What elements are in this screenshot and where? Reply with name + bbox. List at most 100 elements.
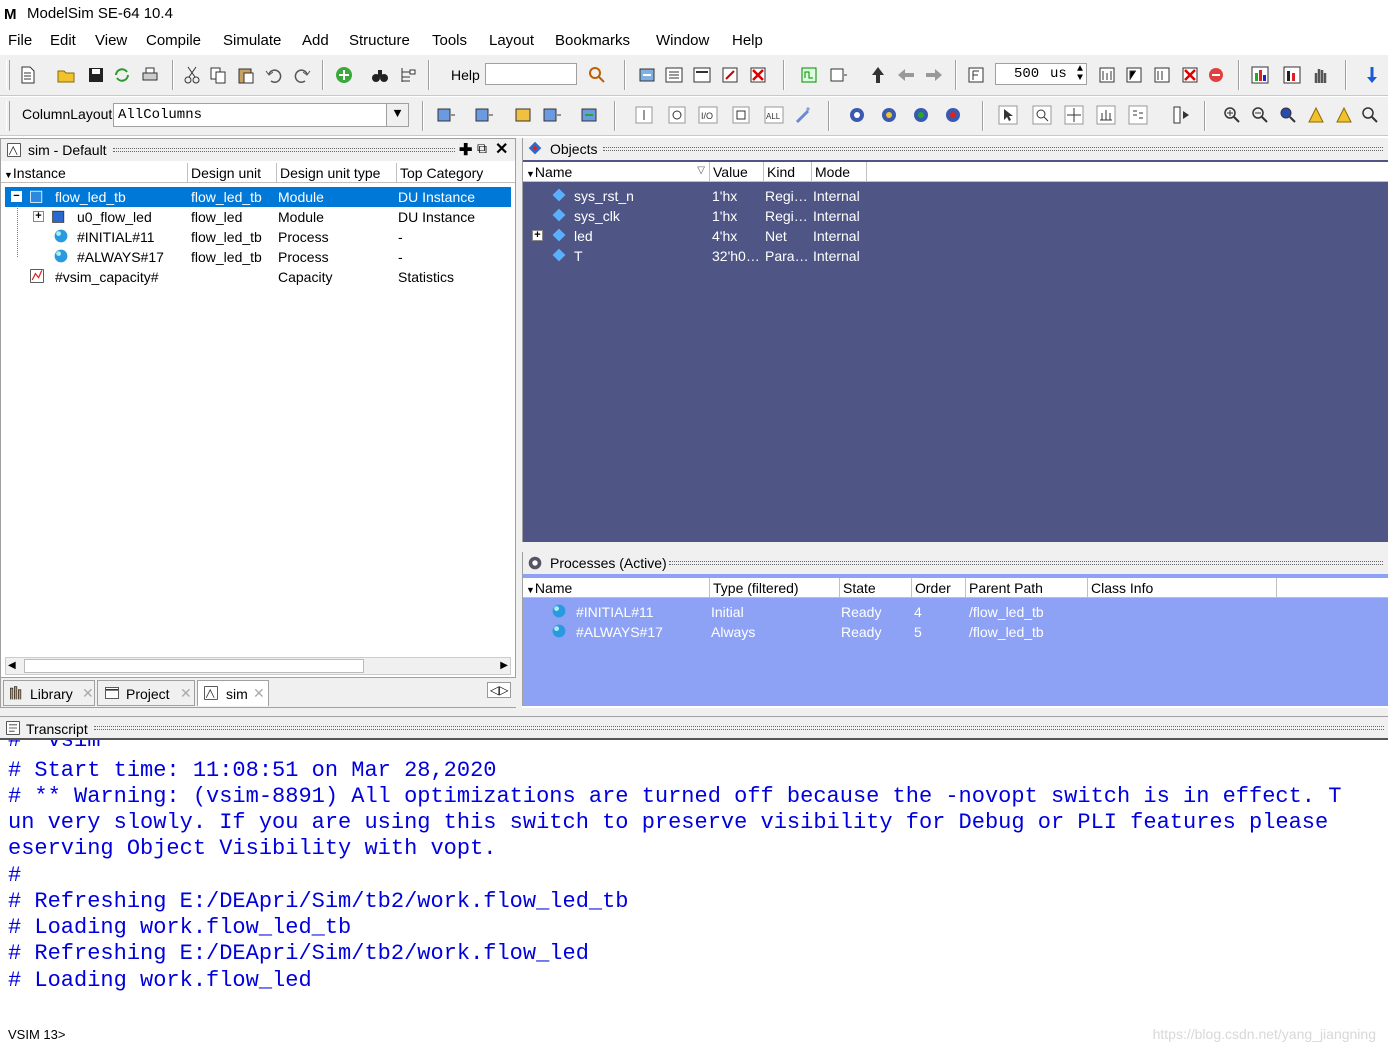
- column-layout-select[interactable]: AllColumns ▼: [113, 103, 409, 127]
- gear-icon[interactable]: [847, 105, 867, 125]
- help-search-input[interactable]: [485, 63, 577, 85]
- stop-icon[interactable]: [1180, 65, 1200, 85]
- reload-icon[interactable]: [112, 65, 132, 85]
- process-row[interactable]: #INITIAL#11 Initial Ready 4 /flow_led_tb: [523, 602, 1388, 622]
- pane-drag-handle[interactable]: [669, 561, 1383, 565]
- scroll-left-icon[interactable]: ◀: [8, 660, 16, 671]
- gear-over-icon[interactable]: [911, 105, 931, 125]
- menu-add[interactable]: Add: [302, 32, 329, 49]
- menu-help[interactable]: Help: [732, 32, 763, 49]
- dataflow-add-dropdown-icon[interactable]: [542, 105, 562, 125]
- all-tool-icon[interactable]: ALL: [764, 105, 784, 125]
- continue-run-icon[interactable]: [1124, 65, 1144, 85]
- menu-view[interactable]: View: [95, 32, 127, 49]
- collapse-icon[interactable]: −: [11, 191, 22, 202]
- bracket-tool-icon[interactable]: [731, 105, 751, 125]
- close-icon[interactable]: ✕: [495, 139, 508, 159]
- menu-tools[interactable]: Tools: [432, 32, 467, 49]
- edit-mode-icon[interactable]: [1128, 105, 1148, 125]
- wave-add-dropdown-icon[interactable]: [436, 105, 456, 125]
- column-parent-path[interactable]: Parent Path: [965, 578, 1087, 598]
- column-order[interactable]: Order: [911, 578, 965, 598]
- pane-drag-handle[interactable]: [603, 147, 1383, 151]
- column-instance[interactable]: ▼Instance: [1, 163, 187, 183]
- compile-icon[interactable]: [637, 65, 657, 85]
- column-type[interactable]: Type (filtered): [709, 578, 839, 598]
- object-row[interactable]: sys_rst_n 1'hx Regi… Internal: [523, 186, 1388, 206]
- gear-step-icon[interactable]: [879, 105, 899, 125]
- end-simulation-icon[interactable]: [748, 65, 768, 85]
- pane-drag-handle[interactable]: [94, 726, 1384, 730]
- tab-library[interactable]: Library ✕: [3, 680, 95, 706]
- scrollbar-thumb[interactable]: [24, 659, 364, 673]
- tab-close-icon[interactable]: ✕: [253, 685, 265, 702]
- menu-file[interactable]: File: [8, 32, 32, 49]
- break-red-icon[interactable]: [1206, 65, 1226, 85]
- help-search-icon[interactable]: [587, 65, 607, 85]
- column-name[interactable]: ▼Name: [523, 578, 709, 598]
- run-all-icon[interactable]: [1152, 65, 1172, 85]
- watch-add-icon[interactable]: [580, 105, 600, 125]
- back-arrow-icon[interactable]: [896, 65, 916, 85]
- zoom-out-icon[interactable]: [1250, 105, 1270, 125]
- menu-structure[interactable]: Structure: [349, 32, 410, 49]
- toolbar-grip[interactable]: [6, 101, 10, 131]
- tree-row[interactable]: #ALWAYS#17 flow_led_tb Process -: [5, 247, 511, 267]
- tree-row[interactable]: − flow_led_tb flow_led_tb Module DU Inst…: [5, 187, 511, 207]
- copy-icon[interactable]: [208, 65, 228, 85]
- zoom-full-icon[interactable]: [1278, 105, 1298, 125]
- column-name[interactable]: ▼Name ▽: [523, 162, 709, 182]
- run-icon[interactable]: [1097, 65, 1117, 85]
- run-length-spinner-icon[interactable]: ▲ ▼: [1077, 65, 1083, 84]
- save-icon[interactable]: [86, 65, 106, 85]
- scroll-right-icon[interactable]: ▶: [500, 660, 508, 671]
- insert-cursor-icon[interactable]: [1172, 105, 1192, 125]
- tab-project[interactable]: Project ✕: [97, 680, 195, 706]
- break-icon[interactable]: [720, 65, 740, 85]
- pane-undock-icon[interactable]: ⧉: [477, 140, 487, 157]
- object-row[interactable]: sys_clk 1'hx Regi… Internal: [523, 206, 1388, 226]
- cut-icon[interactable]: [182, 65, 202, 85]
- compile-all-icon[interactable]: [664, 65, 684, 85]
- step-into-icon[interactable]: [1362, 65, 1382, 85]
- column-design-unit[interactable]: Design unit: [187, 163, 276, 183]
- object-row[interactable]: + led 4'hx Net Internal: [523, 226, 1388, 246]
- transcript-console[interactable]: # vsim # Start time: 11:08:51 on Mar 28,…: [0, 738, 1388, 1050]
- wave-dropdown-icon[interactable]: [829, 65, 849, 85]
- select-pointer-icon[interactable]: [998, 105, 1018, 125]
- run-length-field[interactable]: 500 us ▲ ▼: [995, 63, 1087, 85]
- list-add-dropdown-icon[interactable]: [474, 105, 494, 125]
- tab-close-icon[interactable]: ✕: [180, 685, 192, 702]
- object-row[interactable]: T 32'h0… Para… Internal: [523, 246, 1388, 266]
- structure-tree-icon[interactable]: [398, 65, 418, 85]
- column-design-unit-type[interactable]: Design unit type: [276, 163, 396, 183]
- column-class-info[interactable]: Class Info: [1087, 578, 1277, 598]
- menu-bookmarks[interactable]: Bookmarks: [555, 32, 630, 49]
- process-row[interactable]: #ALWAYS#17 Always Ready 5 /flow_led_tb: [523, 622, 1388, 642]
- tree-row[interactable]: #vsim_capacity# Capacity Statistics: [5, 267, 511, 287]
- tab-scroll-arrows-icon[interactable]: ◁▷: [487, 682, 512, 698]
- expand-icon[interactable]: +: [33, 211, 44, 222]
- menu-edit[interactable]: Edit: [50, 32, 76, 49]
- add-circle-icon[interactable]: [334, 65, 354, 85]
- menu-compile[interactable]: Compile: [146, 32, 201, 49]
- new-file-icon[interactable]: [18, 65, 38, 85]
- gear-out-icon[interactable]: [943, 105, 963, 125]
- horizontal-splitter[interactable]: [0, 708, 1388, 716]
- column-value[interactable]: Value: [709, 162, 763, 182]
- vertical-splitter[interactable]: [516, 138, 522, 708]
- cursor-line-icon[interactable]: [634, 105, 654, 125]
- zoom-cursor-left-icon[interactable]: [1306, 105, 1326, 125]
- horizontal-splitter[interactable]: [522, 542, 1388, 552]
- redo-icon[interactable]: [292, 65, 312, 85]
- tab-sim[interactable]: sim ✕: [197, 680, 269, 706]
- horizontal-scrollbar[interactable]: ◀ ▶: [5, 657, 511, 675]
- io-tool-icon[interactable]: I/O: [698, 105, 718, 125]
- wand-tool-icon[interactable]: [794, 105, 814, 125]
- menu-simulate[interactable]: Simulate: [223, 32, 281, 49]
- filter-icon[interactable]: ▽: [697, 165, 705, 176]
- zoom-in-icon[interactable]: [1222, 105, 1242, 125]
- tree-row[interactable]: + u0_flow_led flow_led Module DU Instanc…: [5, 207, 511, 227]
- find-binoculars-icon[interactable]: [370, 65, 390, 85]
- zoom-region-icon[interactable]: [1032, 105, 1052, 125]
